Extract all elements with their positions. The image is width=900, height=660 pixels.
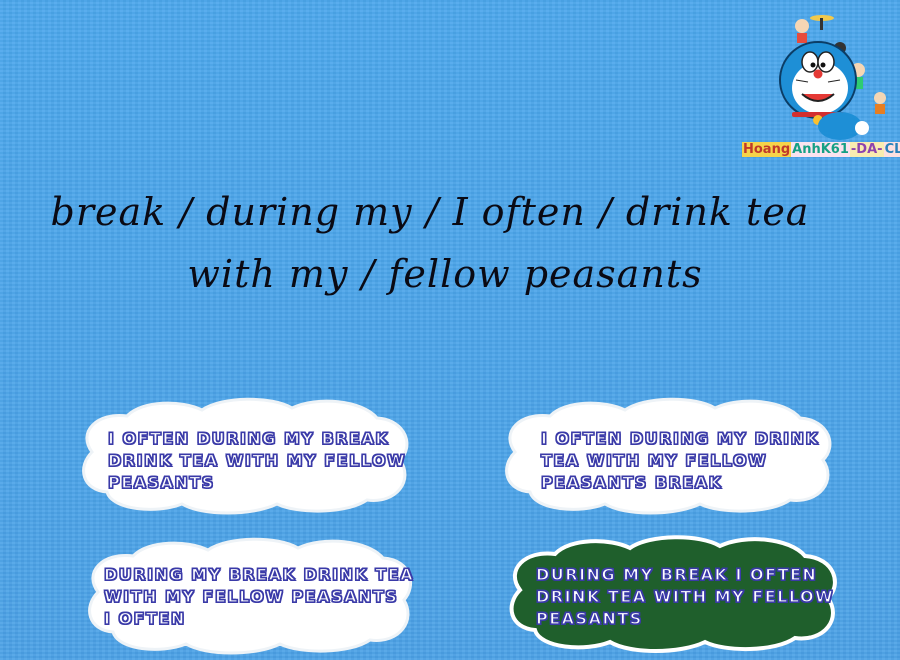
answer-option-d-selected[interactable]: During my break I often drink tea with m… [500, 530, 845, 655]
answer-option-b[interactable]: I often during my drink tea with my fell… [495, 392, 840, 517]
logo-signature: HoangAnhK61-DA-CLC [742, 142, 900, 157]
prompt-line-2: with my / fellow peasants [187, 252, 703, 296]
answer-text-b: I often during my drink tea with my fell… [540, 428, 820, 492]
answer-option-a[interactable]: I often during my break Drink tea with m… [72, 392, 417, 517]
prompt-line-1: break / during my / I often / drink tea [50, 190, 810, 234]
answer-option-c[interactable]: During my break drink tea with my fellow… [78, 532, 418, 657]
answer-text-c: During my break drink tea with my fellow… [103, 564, 415, 628]
answer-text-d: During my break I often drink tea with m… [535, 564, 835, 628]
answer-text-a: I often during my break Drink tea with m… [107, 428, 407, 492]
